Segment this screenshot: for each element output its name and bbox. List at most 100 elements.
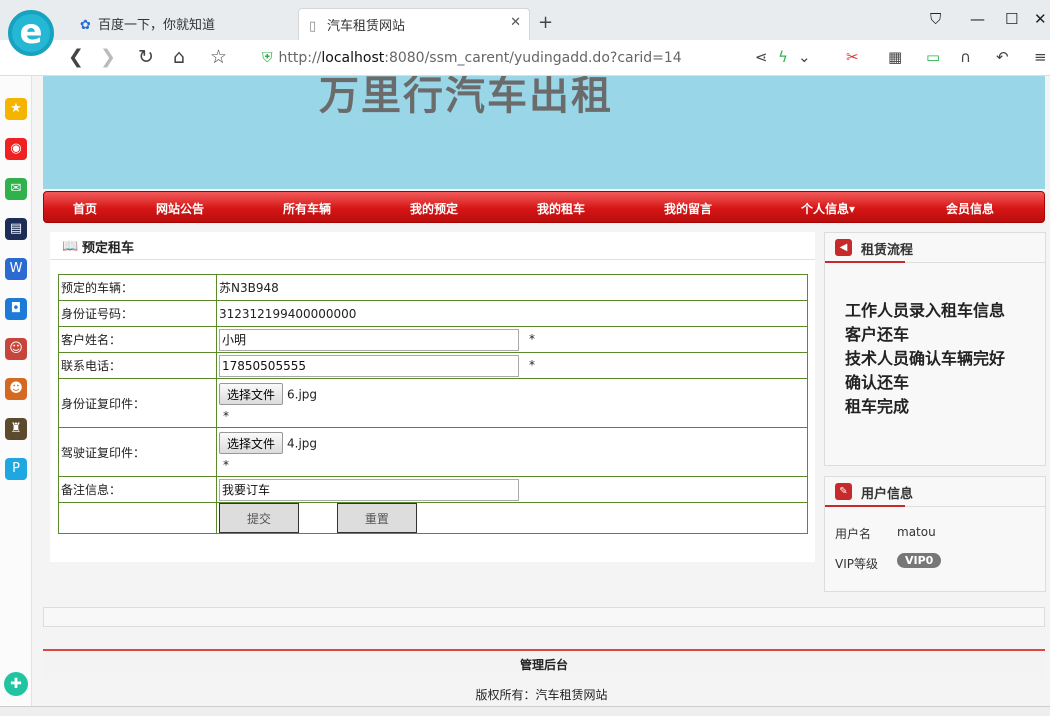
user-info-title: 用户信息 (861, 487, 914, 502)
user-info-box: ✎ 用户信息 用户名 matou VIP等级 VIP0 (824, 476, 1046, 592)
flow-step: 客户还车 (845, 325, 910, 344)
tab-car-rental[interactable]: ▯ 汽车租赁网站 ✕ (298, 8, 530, 40)
vip-badge: VIP0 (897, 553, 942, 568)
tab-label: 百度一下，你就知道 (98, 18, 216, 33)
form-row-license: 驾驶证复印件： 选择文件 4.jpg * (58, 427, 808, 477)
chat-icon[interactable]: ◘ (5, 298, 27, 320)
nav-my-reservations[interactable]: 我的预定 (410, 200, 458, 217)
nav-home[interactable]: 首页 (73, 200, 97, 217)
rental-flow-box: ◀ 租赁流程 工作人员录入租车信息 客户还车 技术人员确认车辆完好 确认还车 租… (824, 232, 1046, 466)
note-input[interactable] (219, 478, 519, 501)
nav-member-info[interactable]: 会员信息 (946, 200, 994, 217)
panel-header: 📖 预定租车 (50, 232, 815, 260)
nav-announcements[interactable]: 网站公告 (156, 200, 204, 217)
flow-step: 确认还车 (845, 373, 910, 392)
main-nav: 首页 网站公告 所有车辆 我的预定 我的租车 我的留言 个人信息▾ 会员信息 (43, 191, 1045, 223)
reset-button[interactable]: 重置 (336, 503, 417, 533)
secure-shield-icon: ⛨ (262, 50, 273, 66)
form-row-name: 客户姓名： * (58, 326, 808, 353)
browser-tab-bar: ✿ 百度一下，你就知道 ▯ 汽车租赁网站 ✕ + ⛉ — ☐ ✕ (0, 0, 1050, 40)
phone-input[interactable] (219, 354, 519, 377)
flow-step: 技术人员确认车辆完好 (845, 349, 1006, 368)
back-icon[interactable]: ❮ (68, 46, 84, 68)
form-row-note: 备注信息： (58, 476, 808, 503)
choose-file-button[interactable]: 选择文件 (219, 383, 284, 405)
nav-all-vehicles[interactable]: 所有车辆 (283, 200, 331, 217)
favorites-star-icon[interactable]: ★ (5, 98, 27, 120)
speaker-icon: ◀ (835, 239, 852, 256)
home-icon[interactable]: ⌂ (173, 46, 185, 68)
flow-step: 工作人员录入租车信息 (845, 301, 1006, 320)
undo-icon[interactable]: ↶ (996, 48, 1009, 66)
minimize-icon[interactable]: — (970, 10, 985, 28)
close-tab-icon[interactable]: ✕ (510, 15, 521, 30)
site-banner: 万里行汽车出租 (43, 76, 1045, 189)
settings-gear-icon[interactable]: ✚ (4, 672, 28, 696)
edit-icon: ✎ (835, 483, 852, 500)
baidu-paw-icon: ✿ (80, 18, 91, 33)
address-bar: ❮ ❯ ↻ ⌂ ☆ ⛨ http://localhost:8080/ssm_car… (0, 40, 1050, 76)
nav-personal-info[interactable]: 个人信息▾ (801, 200, 855, 217)
shirt-skin-icon[interactable]: ⛉ (930, 10, 941, 28)
news-icon[interactable]: ▤ (5, 218, 27, 240)
panel-title: 预定租车 (82, 241, 135, 256)
close-window-icon[interactable]: ✕ (1034, 10, 1047, 28)
share-icon[interactable]: ⋖ (755, 48, 768, 66)
note-label: 备注信息： (58, 476, 217, 503)
divider-strip (43, 607, 1045, 627)
mail-icon[interactable]: ✉ (5, 178, 27, 200)
apps-icon[interactable]: ▦ (888, 48, 902, 66)
battery-icon[interactable]: ▭ (926, 48, 940, 66)
maximize-icon[interactable]: ☐ (1005, 10, 1018, 28)
required-mark: * (529, 332, 535, 346)
form-row-idnum: 身份证号码： 312312199400000000 (58, 300, 808, 327)
vehicle-label: 预定的车辆： (58, 274, 217, 301)
username-row: 用户名 matou (825, 517, 1045, 547)
refresh-icon[interactable]: ↻ (138, 46, 154, 68)
caret-down-icon: ▾ (849, 202, 856, 216)
url-input[interactable]: ⛨ http://localhost:8080/ssm_carent/yuding… (262, 46, 822, 70)
game-hero-icon[interactable]: ☻ (5, 378, 27, 400)
customer-name-input[interactable] (219, 328, 519, 351)
phone-label: 联系电话： (58, 352, 217, 379)
nav-my-rentals[interactable]: 我的租车 (537, 200, 585, 217)
username-value: matou (897, 525, 936, 539)
tab-label: 汽车租赁网站 (327, 19, 406, 34)
dropdown-icon[interactable]: ⌄ (798, 48, 811, 66)
nav-my-messages[interactable]: 我的留言 (664, 200, 712, 217)
forward-icon[interactable]: ❯ (100, 46, 116, 68)
menu-icon[interactable]: ≡ (1034, 48, 1047, 66)
speed-icon[interactable]: ϟ (778, 48, 788, 66)
name-label: 客户姓名： (58, 326, 217, 353)
new-tab-icon[interactable]: + (538, 12, 553, 33)
web-page: 万里行汽车出租 首页 网站公告 所有车辆 我的预定 我的租车 我的留言 个人信息… (33, 76, 1050, 716)
game-character-icon[interactable]: ☺ (5, 338, 27, 360)
headphones-icon[interactable]: ∩ (960, 48, 971, 66)
admin-link[interactable]: 管理后台 (43, 649, 1045, 679)
required-mark: * (223, 458, 229, 472)
word-doc-icon[interactable]: W (5, 258, 27, 280)
required-mark: * (529, 358, 535, 372)
rental-flow-title: 租赁流程 (861, 243, 914, 258)
form-row-actions: 提交 重置 (58, 502, 808, 534)
vip-label: VIP等级 (835, 557, 878, 571)
rental-flow-steps: 工作人员录入租车信息 客户还车 技术人员确认车辆完好 确认还车 租车完成 (825, 263, 1045, 419)
reservation-panel: 📖 预定租车 预定的车辆： 苏N3B948 身份证号码： 31231219940… (50, 232, 815, 562)
reservation-form: 预定的车辆： 苏N3B948 身份证号码： 312312199400000000… (58, 274, 808, 534)
idcopy-filename: 6.jpg (287, 387, 318, 402)
idcopy-label: 身份证复印件： (58, 378, 217, 428)
choose-file-button[interactable]: 选择文件 (219, 432, 284, 454)
game-army-icon[interactable]: ♜ (5, 418, 27, 440)
browser-status-bar (0, 706, 1050, 716)
browser-sidebar: ★ ◉ ✉ ▤ W ◘ ☺ ☻ ♜ P (0, 76, 32, 716)
submit-button[interactable]: 提交 (219, 503, 299, 533)
idnum-label: 身份证号码： (58, 300, 217, 327)
license-label: 驾驶证复印件： (58, 427, 217, 477)
tab-baidu[interactable]: ✿ 百度一下，你就知道 (70, 8, 290, 40)
username-label: 用户名 (835, 527, 872, 541)
scissors-icon[interactable]: ✂ (846, 48, 859, 66)
favorite-star-icon[interactable]: ☆ (210, 46, 227, 68)
p-app-icon[interactable]: P (5, 458, 27, 480)
weibo-icon[interactable]: ◉ (5, 138, 27, 160)
copyright-text: 版权所有：汽车租赁网站 (475, 688, 608, 702)
